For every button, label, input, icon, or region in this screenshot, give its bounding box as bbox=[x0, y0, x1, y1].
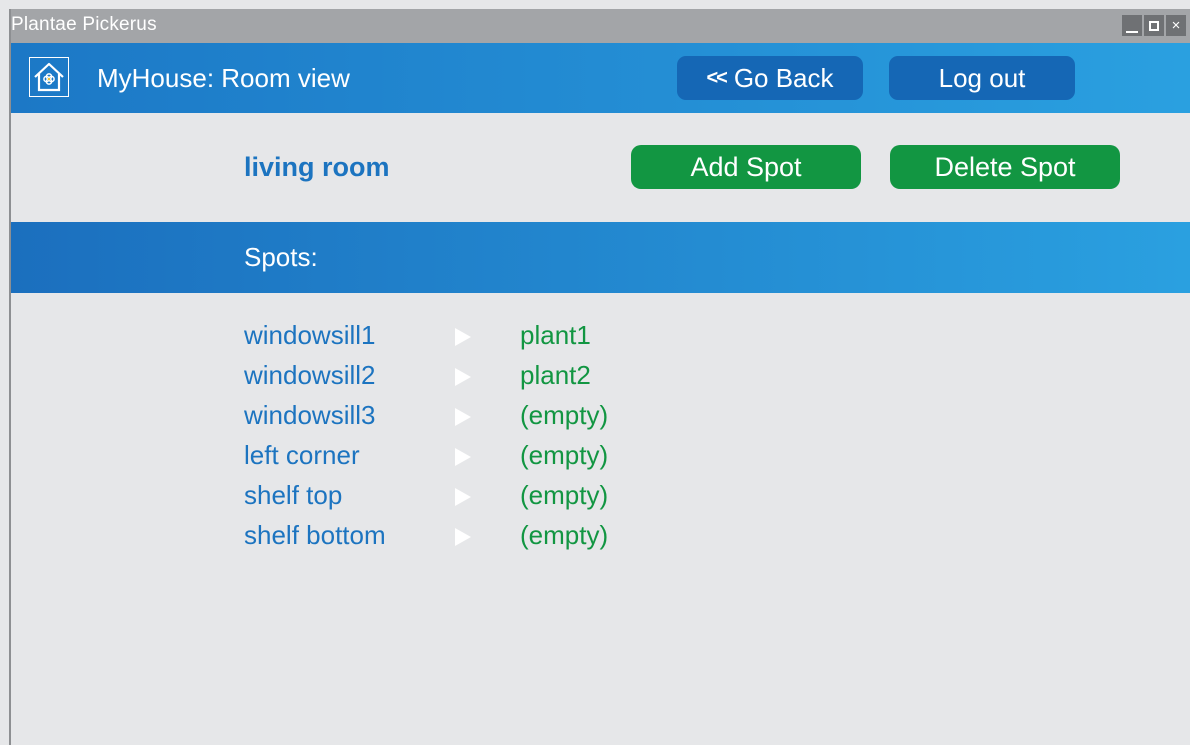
spot-row[interactable]: windowsill2 plant2 bbox=[244, 360, 664, 400]
spot-name: shelf top bbox=[244, 480, 343, 510]
spot-plant[interactable]: (empty) bbox=[520, 440, 608, 471]
triangle-right-icon bbox=[455, 408, 471, 426]
spot-name: windowsill1 bbox=[244, 320, 376, 350]
spots-list: windowsill1 plant1 windowsill2 plant2 wi… bbox=[244, 320, 664, 560]
triangle-right-icon bbox=[455, 488, 471, 506]
house-flower-icon[interactable] bbox=[29, 57, 69, 97]
maximize-icon[interactable] bbox=[1144, 15, 1164, 36]
window-controls: × bbox=[1122, 15, 1186, 36]
log-out-label: Log out bbox=[938, 62, 1026, 93]
spots-heading: Spots: bbox=[244, 242, 318, 272]
page-title: MyHouse: Room view bbox=[97, 63, 350, 93]
spot-plant[interactable]: (empty) bbox=[520, 400, 608, 431]
spot-plant[interactable]: (empty) bbox=[520, 480, 608, 511]
spot-name: windowsill2 bbox=[244, 360, 376, 390]
triangle-right-icon bbox=[455, 448, 471, 466]
app-window: Plantae Pickerus × MyHouse: Room view <<… bbox=[9, 9, 1190, 745]
spot-row[interactable]: windowsill3 (empty) bbox=[244, 400, 664, 440]
window-title: Plantae Pickerus bbox=[11, 14, 157, 35]
spot-row[interactable]: left corner (empty) bbox=[244, 440, 664, 480]
add-spot-button[interactable]: Add Spot bbox=[631, 145, 861, 189]
spot-row[interactable]: shelf bottom (empty) bbox=[244, 520, 664, 560]
spot-name: shelf bottom bbox=[244, 520, 386, 550]
triangle-right-icon bbox=[455, 528, 471, 546]
spot-row[interactable]: windowsill1 plant1 bbox=[244, 320, 664, 360]
minimize-icon[interactable] bbox=[1122, 15, 1142, 36]
double-chevron-left-icon: << bbox=[706, 66, 727, 89]
spot-name: left corner bbox=[244, 440, 360, 470]
triangle-right-icon bbox=[455, 328, 471, 346]
app-header: MyHouse: Room view << Go Back Log out bbox=[11, 43, 1190, 113]
go-back-button[interactable]: << Go Back bbox=[677, 56, 863, 100]
spot-plant[interactable]: plant1 bbox=[520, 320, 591, 351]
spots-section-header: Spots: bbox=[11, 222, 1190, 293]
close-icon[interactable]: × bbox=[1166, 15, 1186, 36]
spot-plant[interactable]: plant2 bbox=[520, 360, 591, 391]
spot-row[interactable]: shelf top (empty) bbox=[244, 480, 664, 520]
triangle-right-icon bbox=[455, 368, 471, 386]
delete-spot-button[interactable]: Delete Spot bbox=[890, 145, 1120, 189]
window-titlebar[interactable]: Plantae Pickerus × bbox=[11, 9, 1190, 43]
add-spot-label: Add Spot bbox=[690, 151, 802, 182]
spot-name: windowsill3 bbox=[244, 400, 376, 430]
room-name: living room bbox=[244, 152, 390, 182]
spot-plant[interactable]: (empty) bbox=[520, 520, 608, 551]
go-back-label: Go Back bbox=[733, 62, 834, 93]
log-out-button[interactable]: Log out bbox=[889, 56, 1075, 100]
delete-spot-label: Delete Spot bbox=[934, 151, 1076, 182]
